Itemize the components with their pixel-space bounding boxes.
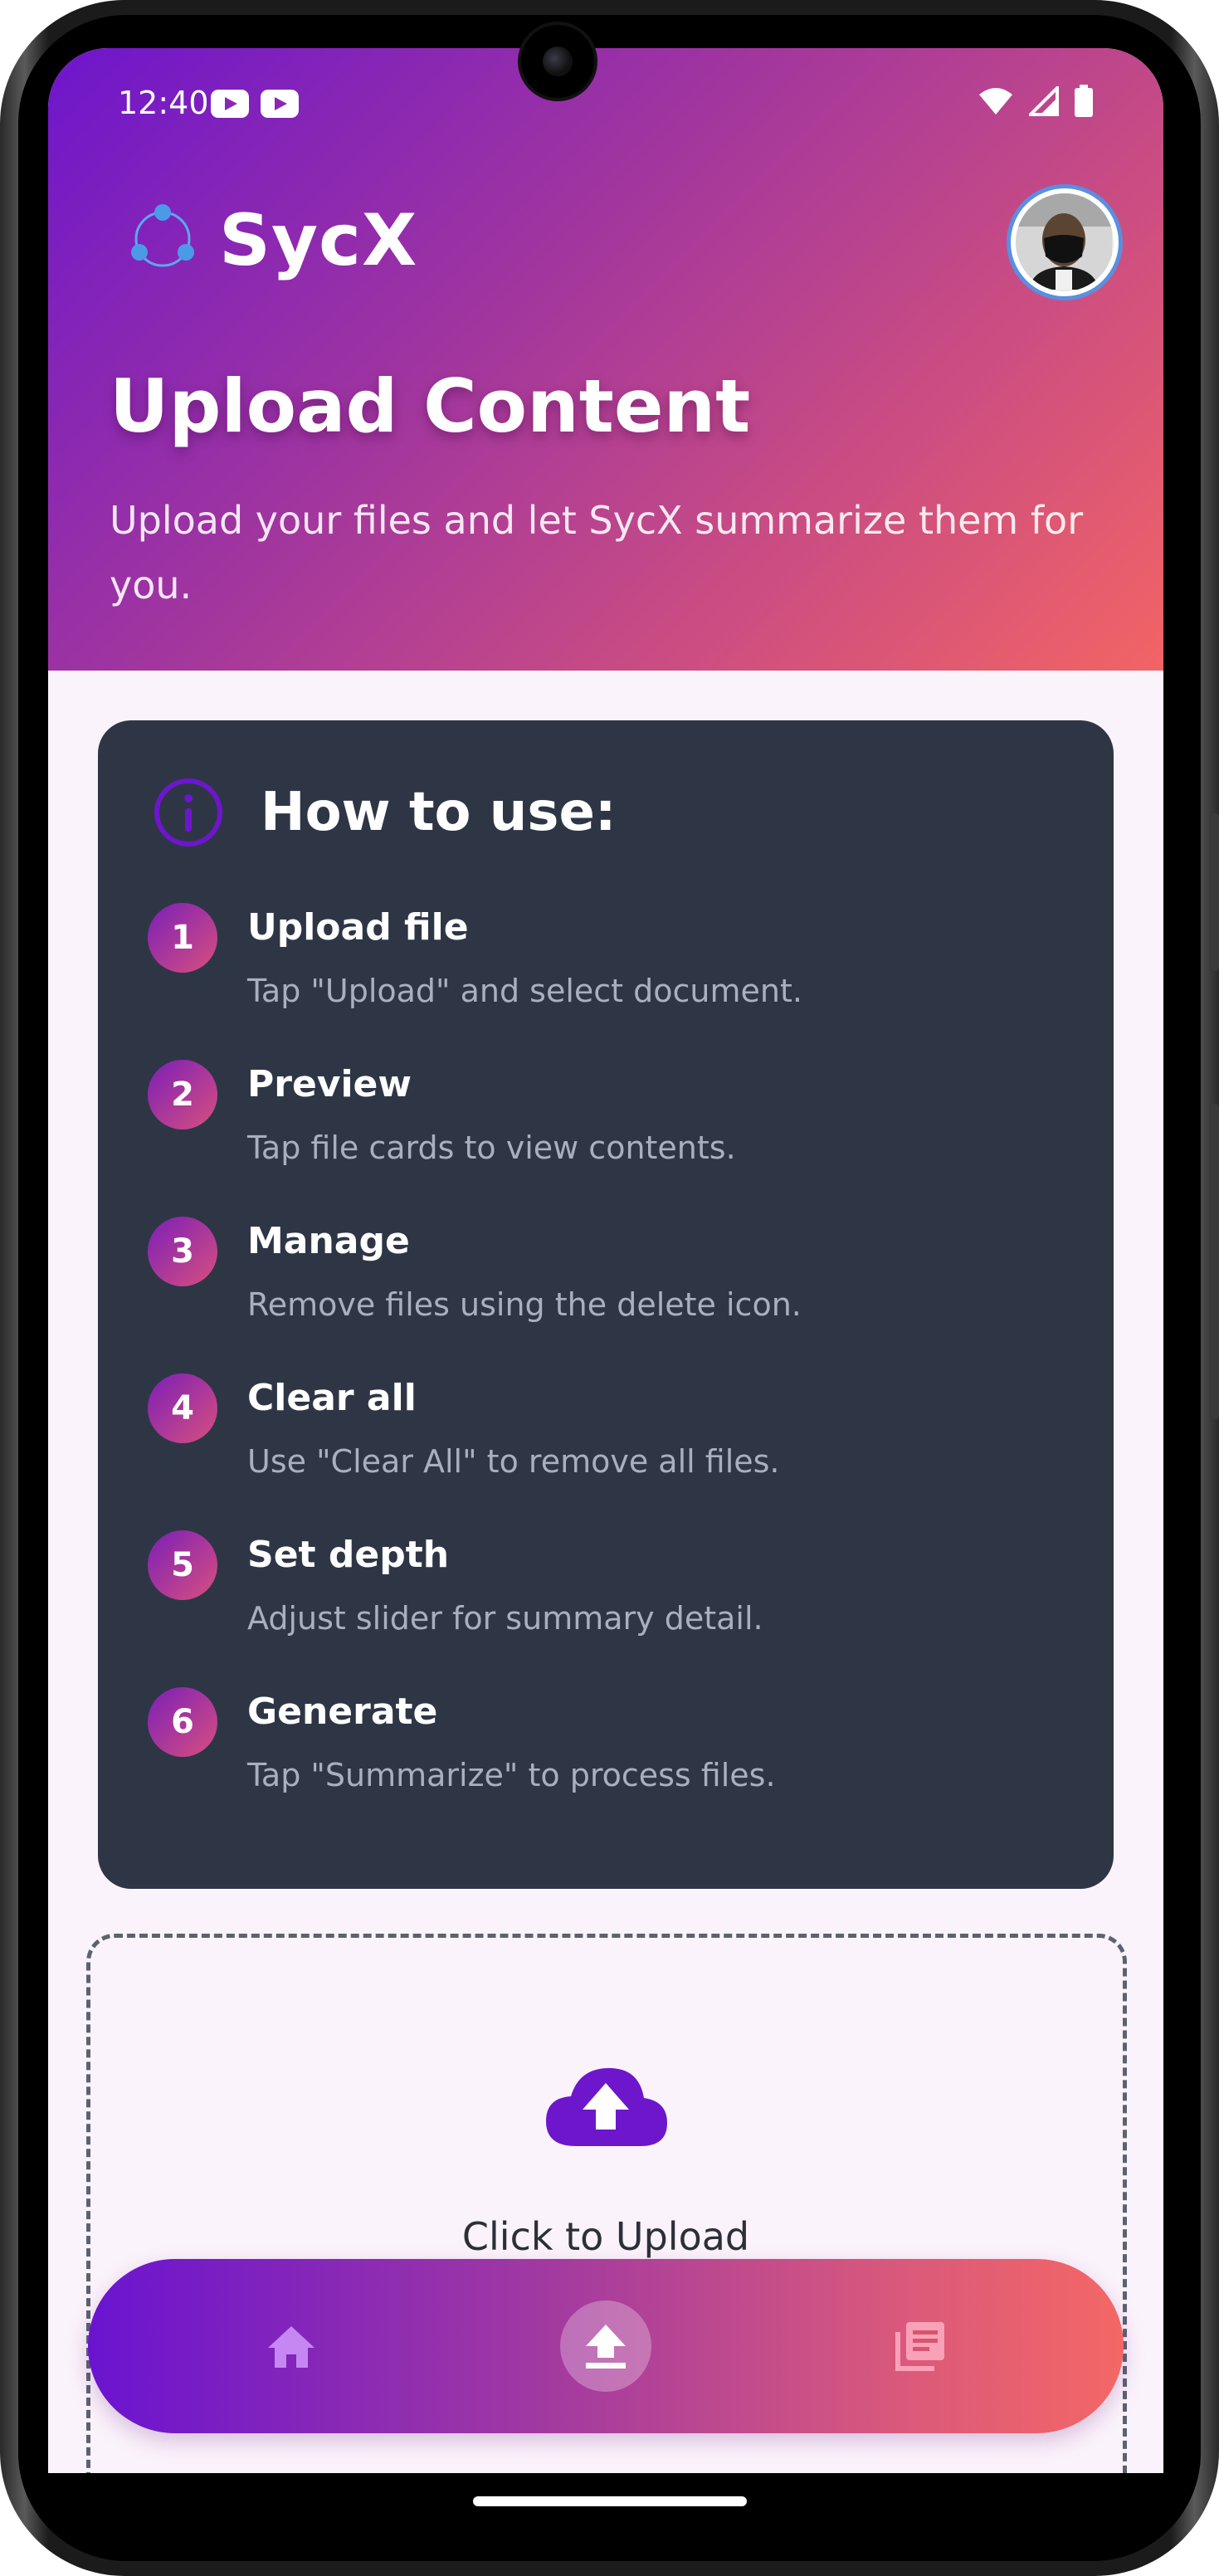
step-description: Adjust slider for summary detail. — [247, 1600, 763, 1637]
step-title: Manage — [247, 1220, 410, 1262]
nav-home[interactable] — [246, 2300, 337, 2392]
step-title: Set depth — [247, 1534, 450, 1576]
bottom-nav — [88, 2259, 1124, 2433]
header: 12:40 SycX Upload Content Upload your fi… — [48, 48, 1163, 671]
app-screen: 12:40 SycX Upload Content Upload your fi… — [48, 48, 1163, 2473]
step-description: Use "Clear All" to remove all files. — [247, 1443, 780, 1480]
step-item: 1 Upload file Tap "Upload" and select do… — [148, 903, 1061, 1044]
gesture-bar[interactable] — [473, 2496, 747, 2506]
brand-name: SycX — [219, 199, 418, 282]
step-title: Preview — [247, 1063, 412, 1105]
phone-frame: 12:40 SycX Upload Content Upload your fi… — [0, 0, 1219, 2576]
youtube-icon — [261, 90, 299, 118]
page-title: Upload Content — [110, 363, 751, 449]
nav-library[interactable] — [875, 2300, 966, 2392]
battery-icon — [1075, 85, 1093, 117]
step-description: Remove files using the delete icon. — [247, 1286, 802, 1323]
step-item: 3 Manage Remove files using the delete i… — [148, 1217, 1061, 1358]
avatar-photo — [1016, 193, 1114, 291]
cloud-upload-icon[interactable] — [543, 2063, 669, 2154]
step-title: Upload file — [247, 906, 469, 949]
front-camera — [521, 25, 594, 98]
user-avatar-image — [1016, 193, 1112, 290]
library-icon — [895, 2322, 944, 2371]
step-title: Generate — [247, 1690, 438, 1733]
wifi-icon — [979, 88, 1012, 115]
network-nodes-icon — [131, 204, 194, 267]
step-number: 2 — [148, 1060, 217, 1129]
step-item: 2 Preview Tap file cards to view content… — [148, 1060, 1061, 1201]
step-number: 5 — [148, 1530, 217, 1600]
how-to-card: How to use: 1 Upload file Tap "Upload" a… — [98, 720, 1114, 1889]
step-description: Tap file cards to view contents. — [247, 1129, 736, 1166]
step-number: 1 — [148, 903, 217, 973]
how-to-header: How to use: — [153, 777, 616, 848]
upload-label[interactable]: Click to Upload — [48, 2214, 1163, 2259]
status-bar: 12:40 — [118, 85, 1094, 126]
home-icon — [268, 2326, 315, 2368]
step-title: Clear all — [247, 1377, 417, 1419]
page-subtitle: Upload your files and let SycX summarize… — [110, 498, 1084, 607]
step-item: 6 Generate Tap "Summarize" to process fi… — [148, 1687, 1061, 1828]
youtube-icon — [211, 90, 249, 118]
step-item: 4 Clear all Use "Clear All" to remove al… — [148, 1373, 1061, 1515]
how-to-title: How to use: — [261, 782, 617, 843]
step-number: 6 — [148, 1687, 217, 1757]
step-description: Tap "Summarize" to process files. — [247, 1757, 776, 1793]
step-number: 4 — [148, 1373, 217, 1443]
brand: SycX — [123, 199, 417, 282]
nav-upload[interactable] — [560, 2300, 651, 2392]
power-button — [1209, 1104, 1219, 1419]
step-description: Tap "Upload" and select document. — [247, 973, 802, 1009]
cellular-signal-icon — [1029, 86, 1059, 116]
info-icon — [154, 778, 222, 846]
status-time: 12:40 — [118, 85, 209, 121]
avatar[interactable] — [1007, 184, 1123, 300]
step-item: 5 Set depth Adjust slider for summary de… — [148, 1530, 1061, 1671]
upload-icon — [586, 2325, 626, 2369]
step-number: 3 — [148, 1217, 217, 1286]
volume-button — [1209, 813, 1219, 971]
